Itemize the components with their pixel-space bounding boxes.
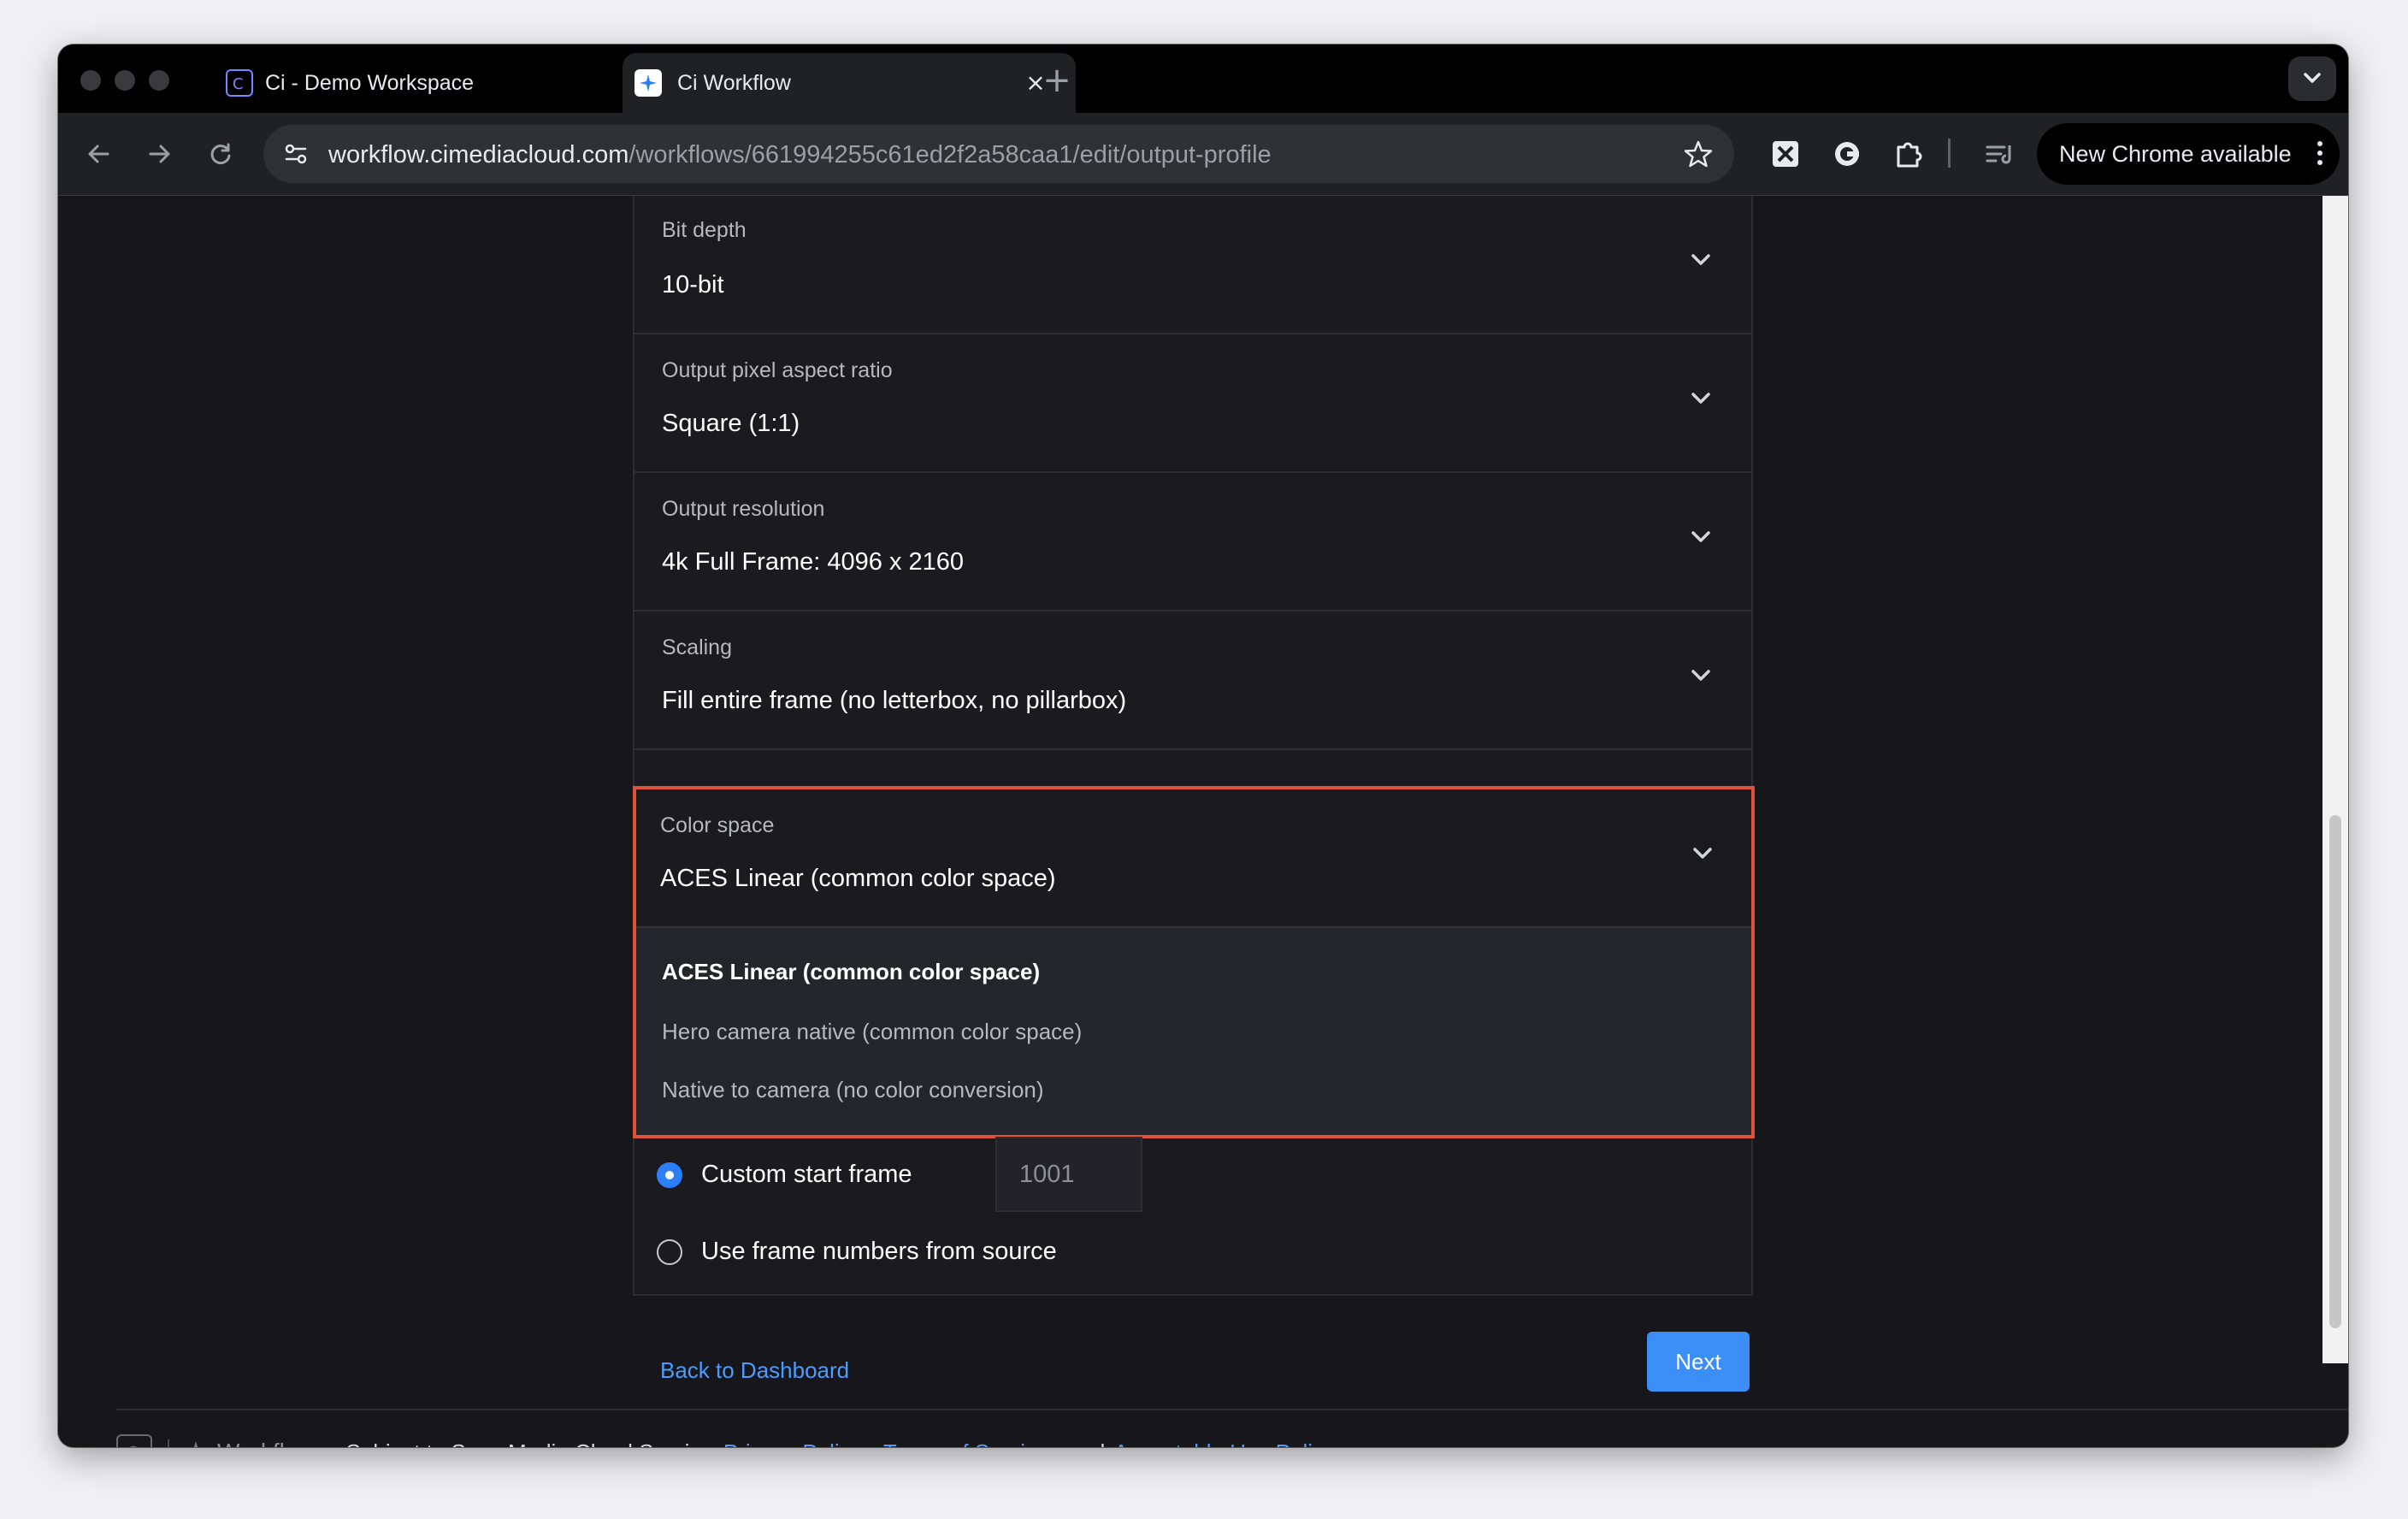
site-settings-icon[interactable]	[282, 140, 310, 168]
custom-start-frame-option[interactable]: Custom start frame	[657, 1161, 912, 1189]
start-frame-field[interactable]	[997, 1138, 1141, 1210]
chevron-down-icon	[1688, 663, 1714, 689]
bookmark-star-icon[interactable]	[1683, 139, 1714, 169]
browser-toolbar: workflow.cimediacloud.com/workflows/6619…	[58, 113, 2348, 196]
radio-label: Use frame numbers from source	[701, 1238, 1057, 1265]
workflow-logo-icon	[181, 1438, 210, 1447]
tab-demo-workspace[interactable]: C Ci - Demo Workspace ×	[226, 53, 679, 113]
ci-logo-icon: C	[116, 1434, 152, 1447]
pixel-aspect-ratio-select[interactable]: Output pixel aspect ratio Square (1:1)	[634, 334, 1751, 473]
source-frame-numbers-option[interactable]: Use frame numbers from source	[657, 1238, 1057, 1266]
field-value: 4k Full Frame: 4096 x 2160	[662, 548, 965, 576]
next-button[interactable]: Next	[1647, 1332, 1750, 1392]
new-tab-icon[interactable]: +	[1040, 63, 1074, 98]
update-label: New Chrome available	[2059, 141, 2292, 167]
start-frame-input[interactable]	[995, 1137, 1142, 1212]
close-window-button[interactable]	[80, 70, 101, 91]
color-space-select[interactable]: Color space ACES Linear (common color sp…	[633, 786, 1755, 1138]
field-label: Output resolution	[662, 497, 825, 521]
tab-search-button[interactable]	[2288, 56, 2336, 101]
terms-of-service-link[interactable]: Terms of Service	[883, 1439, 1049, 1448]
tab-title: Ci - Demo Workspace	[265, 70, 475, 95]
address-bar[interactable]: workflow.cimediacloud.com/workflows/6619…	[263, 125, 1734, 183]
field-label: Bit depth	[662, 218, 747, 242]
footer-row: C Workflow Subject to Sony Media Cloud S…	[116, 1434, 1348, 1447]
back-to-dashboard-link[interactable]: Back to Dashboard	[660, 1357, 849, 1384]
scaling-select[interactable]: Scaling Fill entire frame (no letterbox,…	[634, 612, 1751, 750]
svg-text:C: C	[127, 1443, 139, 1447]
tab-strip: C Ci - Demo Workspace × Ci Workflow × +	[58, 44, 2348, 113]
more-options-icon	[2316, 139, 2324, 169]
new-chrome-available-button[interactable]: New Chrome available	[2037, 123, 2340, 185]
output-resolution-select[interactable]: Output resolution 4k Full Frame: 4096 x …	[634, 473, 1751, 612]
reload-icon[interactable]	[202, 135, 239, 173]
custom-start-frame-radio[interactable]	[657, 1161, 682, 1188]
workflow-favicon-icon	[634, 69, 662, 97]
extension-g-icon[interactable]	[1828, 135, 1866, 173]
color-space-dropdown: ACES Linear (common color space) Hero ca…	[636, 926, 1751, 1135]
zoom-window-button[interactable]	[149, 70, 169, 91]
field-label: Scaling	[662, 635, 732, 659]
chevron-down-icon	[1688, 524, 1714, 550]
source-frame-numbers-radio[interactable]	[657, 1238, 682, 1265]
footer-separator: ,	[869, 1439, 875, 1448]
url-host: workflow.cimediacloud.com	[328, 141, 629, 168]
privacy-policy-link[interactable]: Privacy Policy	[723, 1439, 862, 1448]
ci-favicon-icon: C	[226, 69, 253, 97]
tab-title: Ci Workflow	[677, 70, 791, 95]
toolbar-divider	[1948, 139, 1951, 168]
radio-label: Custom start frame	[701, 1161, 912, 1188]
reading-list-icon[interactable]	[1980, 135, 2018, 173]
field-label: Color space	[660, 813, 775, 837]
svg-text:C: C	[233, 75, 244, 93]
bit-depth-select[interactable]: Bit depth 10-bit	[634, 196, 1751, 334]
acceptable-use-policy-link[interactable]: Acceptable Use Policy	[1113, 1439, 1335, 1448]
color-space-option[interactable]: ACES Linear (common color space)	[662, 959, 1040, 985]
footer-app-name: Workflow	[217, 1439, 316, 1447]
page-content: Bit depth 10-bit Output pixel aspect rat…	[58, 196, 2348, 1447]
url-text: workflow.cimediacloud.com/workflows/6619…	[328, 141, 1272, 169]
scrollbar-thumb[interactable]	[2329, 815, 2341, 1328]
browser-window: C Ci - Demo Workspace × Ci Workflow × +	[58, 44, 2348, 1447]
minimize-window-button[interactable]	[115, 70, 135, 91]
footer: C Workflow Subject to Sony Media Cloud S…	[116, 1409, 2348, 1447]
footer-separator: , and	[1056, 1439, 1106, 1448]
chevron-down-icon	[1690, 841, 1715, 866]
field-value: 10-bit	[662, 271, 724, 298]
extension-x-icon[interactable]	[1767, 135, 1804, 173]
chevron-down-icon	[1688, 247, 1714, 273]
footer-text: Subject to Sony Media Cloud Service	[346, 1439, 713, 1448]
field-value: ACES Linear (common color space)	[660, 865, 1056, 892]
extensions-puzzle-icon[interactable]	[1890, 135, 1927, 173]
forward-arrow-icon[interactable]	[140, 135, 178, 173]
footer-period: .	[1342, 1439, 1348, 1448]
back-arrow-icon[interactable]	[80, 135, 118, 173]
field-label: Output pixel aspect ratio	[662, 358, 893, 382]
url-path: /workflows/661994255c61ed2f2a58caa1/edit…	[629, 141, 1272, 168]
footer-divider	[168, 1439, 169, 1447]
field-value: Fill entire frame (no letterbox, no pill…	[662, 687, 1127, 714]
tab-ci-workflow[interactable]: Ci Workflow ×	[623, 53, 1076, 113]
color-space-option[interactable]: Hero camera native (common color space)	[662, 1019, 1082, 1045]
color-space-option[interactable]: Native to camera (no color conversion)	[662, 1077, 1044, 1103]
scrollbar-track[interactable]	[2322, 196, 2348, 1363]
chevron-down-icon	[1688, 386, 1714, 411]
field-value: Square (1:1)	[662, 410, 800, 437]
